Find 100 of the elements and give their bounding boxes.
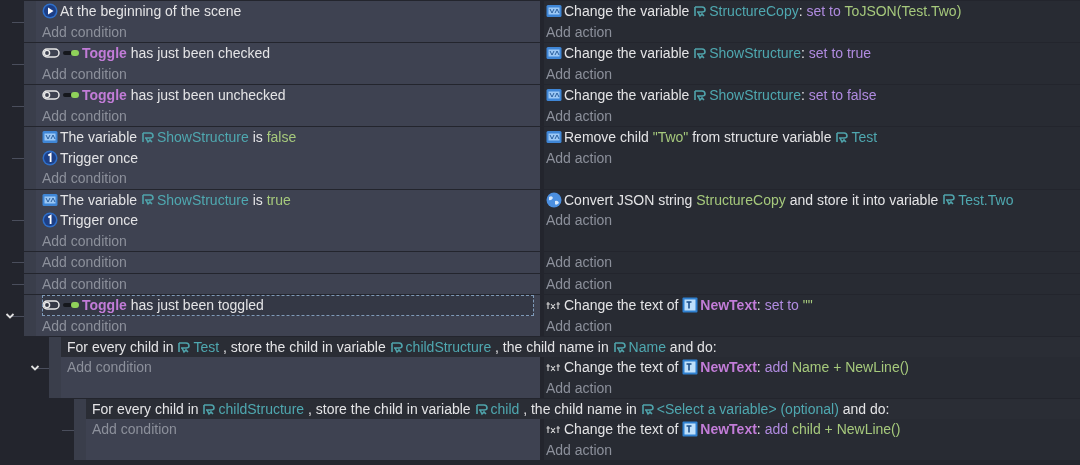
condition-row[interactable]: Trigger once xyxy=(42,147,534,168)
variable-name: Test.Two xyxy=(958,191,1014,208)
add-condition-button[interactable]: Add condition xyxy=(42,315,534,336)
action-row[interactable]: Change the variable ShowStructure: set to false xyxy=(546,85,1078,106)
instruction-text: , store the child in variable xyxy=(222,339,387,355)
condition-row[interactable]: At the beginning of the scene xyxy=(42,1,534,22)
add-action-button[interactable]: Add action xyxy=(546,439,1078,460)
add-condition-button[interactable]: Add condition xyxy=(42,105,534,126)
object-name: Toggle xyxy=(82,45,127,62)
play-icon xyxy=(42,3,58,20)
instruction-text: : xyxy=(798,3,804,20)
condition-row[interactable]: The variable ShowStructure is true xyxy=(42,189,534,210)
instruction-text: Remove child xyxy=(564,129,650,146)
event-handle[interactable] xyxy=(24,43,36,84)
instruction-text: , store the child in variable xyxy=(306,401,472,417)
add-condition-button[interactable]: Add condition xyxy=(42,63,534,84)
instruction-text: Change the variable xyxy=(564,87,691,104)
add-action-button[interactable]: Add action xyxy=(546,21,1078,42)
variable-icon xyxy=(140,193,155,207)
instruction-text: For every child in xyxy=(67,339,175,355)
instruction-text: and store it into variable xyxy=(788,191,940,208)
operation-text: set to true xyxy=(808,45,872,62)
variable-name: <Select a variable> (optional) xyxy=(656,401,839,417)
action-row[interactable]: Change the variable ShowStructure: set to true xyxy=(546,43,1078,64)
action-row[interactable]: Change the text of NewText: add child + NewLine() xyxy=(546,419,1078,440)
variable-icon xyxy=(835,130,850,144)
instruction-text: : xyxy=(756,359,762,376)
instruction-text: has just been toggled xyxy=(129,297,264,314)
globe-icon xyxy=(546,191,562,208)
switch-icon xyxy=(42,89,60,102)
trigger-once-icon xyxy=(42,149,58,166)
condition-row[interactable]: Toggle has just been checked xyxy=(42,43,534,64)
operation-text: set to false xyxy=(808,87,877,104)
instruction-text: Change the variable xyxy=(564,3,691,20)
variable-name: Test xyxy=(851,129,878,146)
instruction-text: The variable xyxy=(60,129,139,146)
instruction-text: : xyxy=(801,87,806,104)
variable-action-icon xyxy=(546,4,562,19)
value-text: Name + NewLine() xyxy=(791,359,909,376)
trigger-once-icon xyxy=(42,212,58,229)
add-action-button[interactable]: Add action xyxy=(546,210,1078,231)
add-condition-button[interactable]: Add condition xyxy=(67,357,534,378)
condition-row[interactable]: Toggle has just been toggled xyxy=(42,295,534,316)
operation-text: set to xyxy=(764,297,800,314)
event-handle[interactable] xyxy=(24,85,36,126)
instruction-text: : xyxy=(756,421,762,438)
add-action-button[interactable]: Add action xyxy=(546,273,1078,294)
instruction-text: is xyxy=(251,191,264,208)
instruction-text: The variable xyxy=(60,191,139,208)
instruction-text: Change the text of xyxy=(564,297,680,314)
instruction-text: Trigger once xyxy=(60,149,139,166)
instruction-text: : xyxy=(756,297,762,314)
switch-icon xyxy=(42,47,60,60)
add-condition-button[interactable]: Add condition xyxy=(42,21,534,42)
add-action-button[interactable]: Add action xyxy=(546,63,1078,84)
add-condition-button[interactable]: Add condition xyxy=(42,168,534,189)
event-handle[interactable] xyxy=(24,252,36,273)
object-name: Toggle xyxy=(82,87,127,104)
condition-row[interactable]: Toggle has just been unchecked xyxy=(42,85,534,106)
add-action-button[interactable]: Add action xyxy=(546,377,1078,398)
add-condition-button[interactable]: Add condition xyxy=(92,419,534,440)
action-row[interactable]: Convert JSON string StructureCopy and store it into variable Test.Two xyxy=(546,189,1078,210)
action-row[interactable]: Change the variable StructureCopy: set to ToJSON(Test.Two) xyxy=(546,1,1078,22)
variable-icon xyxy=(640,402,655,416)
action-row[interactable]: Change the text of NewText: add Name + NewLine() xyxy=(546,357,1078,378)
add-action-button[interactable]: Add action xyxy=(546,147,1078,168)
object-name: NewText xyxy=(700,297,757,314)
value-text: "Two" xyxy=(652,129,689,146)
add-condition-button[interactable]: Add condition xyxy=(42,252,534,273)
add-action-button[interactable]: Add action xyxy=(546,105,1078,126)
event-handle[interactable] xyxy=(24,1,36,42)
event-handle[interactable] xyxy=(24,295,36,336)
text-action-icon xyxy=(546,299,562,312)
add-action-button[interactable]: Add action xyxy=(546,252,1078,273)
instruction-text: , the child name in xyxy=(522,401,638,417)
variable-icon xyxy=(202,402,217,416)
text-action-icon xyxy=(546,423,562,436)
event-handle[interactable] xyxy=(24,127,36,189)
variable-icon xyxy=(693,88,708,102)
event-handle[interactable] xyxy=(24,189,36,251)
instruction-text: Change the variable xyxy=(564,45,691,62)
instruction-text: and do: xyxy=(668,339,717,355)
condition-row[interactable]: Trigger once xyxy=(42,210,534,231)
action-row[interactable]: Remove child "Two" from structure variable Test xyxy=(546,127,1078,148)
event-handle[interactable] xyxy=(74,399,86,460)
event-handle[interactable] xyxy=(49,337,61,398)
condition-row[interactable]: The variable ShowStructure is false xyxy=(42,127,534,148)
variable-icon xyxy=(693,4,708,18)
add-action-button[interactable]: Add action xyxy=(546,315,1078,336)
add-condition-button[interactable]: Add condition xyxy=(42,230,534,251)
operation-text: add xyxy=(764,421,789,438)
switch-object-icon xyxy=(62,48,80,59)
event-handle[interactable] xyxy=(24,273,36,294)
action-row[interactable]: Change the text of NewText: set to "" xyxy=(546,295,1078,316)
text-object-icon xyxy=(682,421,699,438)
variable-icon xyxy=(140,130,155,144)
variable-name: StructureCopy xyxy=(709,3,799,20)
add-condition-button[interactable]: Add condition xyxy=(42,273,534,294)
switch-icon xyxy=(42,299,60,312)
variable-name: Test xyxy=(193,339,220,355)
